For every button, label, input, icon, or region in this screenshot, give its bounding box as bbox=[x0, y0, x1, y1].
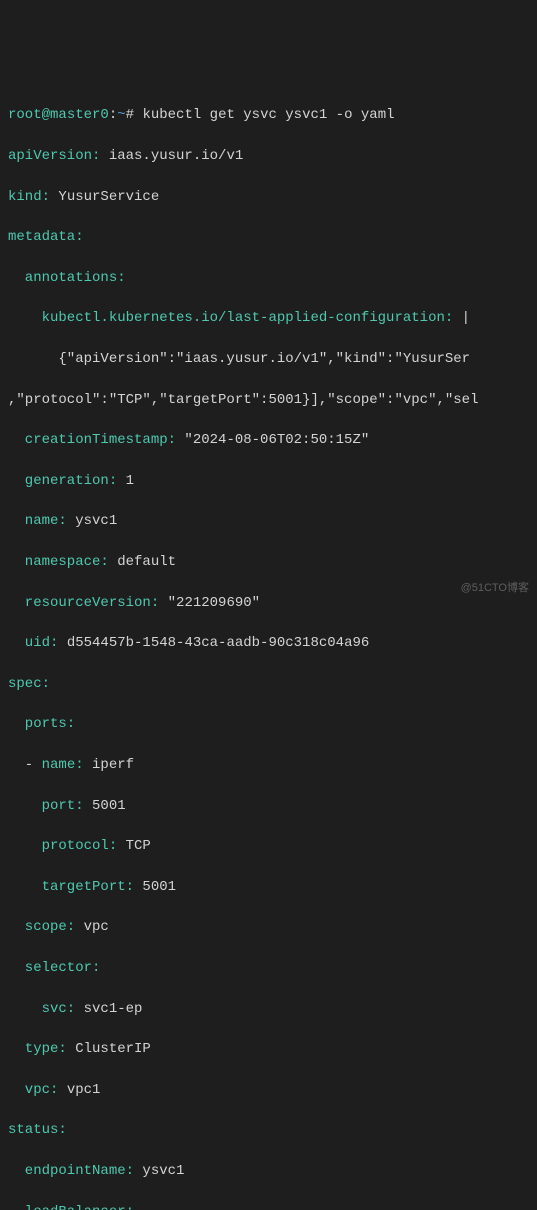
yaml-last-applied: kubectl.kubernetes.io/last-applied-confi… bbox=[8, 308, 529, 328]
yaml-type: type: ClusterIP bbox=[8, 1039, 529, 1059]
yaml-uid: uid: d554457b-1548-43ca-aadb-90c318c04a9… bbox=[8, 633, 529, 653]
yaml-ports: ports: bbox=[8, 714, 529, 734]
yaml-port-name: - name: iperf bbox=[8, 755, 529, 775]
yaml-vpc: vpc: vpc1 bbox=[8, 1080, 529, 1100]
terminal-output: root@master0:~# kubectl get ysvc ysvc1 -… bbox=[8, 85, 529, 1210]
command-text: kubectl get ysvc ysvc1 -o yaml bbox=[142, 107, 394, 123]
yaml-json-line2: ,"protocol":"TCP","targetPort":5001}],"s… bbox=[8, 390, 529, 410]
yaml-spec: spec: bbox=[8, 674, 529, 694]
yaml-resourceversion: resourceVersion: "221209690" bbox=[8, 593, 529, 613]
yaml-annotations: annotations: bbox=[8, 268, 529, 288]
prompt-host: master0 bbox=[50, 107, 109, 123]
yaml-metadata: metadata: bbox=[8, 227, 529, 247]
yaml-selector: selector: bbox=[8, 958, 529, 978]
prompt-line[interactable]: root@master0:~# kubectl get ysvc ysvc1 -… bbox=[8, 105, 529, 125]
yaml-port: port: 5001 bbox=[8, 796, 529, 816]
prompt-at: @ bbox=[42, 107, 50, 123]
prompt-colon: : bbox=[109, 107, 117, 123]
yaml-json-line1: {"apiVersion":"iaas.yusur.io/v1","kind":… bbox=[8, 349, 529, 369]
yaml-endpointname: endpointName: ysvc1 bbox=[8, 1161, 529, 1181]
prompt-user: root bbox=[8, 107, 42, 123]
yaml-namespace: namespace: default bbox=[8, 552, 529, 572]
yaml-apiversion: apiVersion: iaas.yusur.io/v1 bbox=[8, 146, 529, 166]
watermark: @51CTO博客 bbox=[461, 581, 529, 597]
yaml-targetport: targetPort: 5001 bbox=[8, 877, 529, 897]
prompt-path: ~ bbox=[117, 107, 125, 123]
yaml-generation: generation: 1 bbox=[8, 471, 529, 491]
yaml-name: name: ysvc1 bbox=[8, 511, 529, 531]
prompt-hash: # bbox=[126, 107, 143, 123]
yaml-svc: svc: svc1-ep bbox=[8, 999, 529, 1019]
yaml-scope: scope: vpc bbox=[8, 917, 529, 937]
yaml-creation-timestamp: creationTimestamp: "2024-08-06T02:50:15Z… bbox=[8, 430, 529, 450]
yaml-kind: kind: YusurService bbox=[8, 187, 529, 207]
yaml-loadbalancer: loadBalancer: bbox=[8, 1202, 529, 1210]
yaml-status: status: bbox=[8, 1120, 529, 1140]
yaml-protocol: protocol: TCP bbox=[8, 836, 529, 856]
